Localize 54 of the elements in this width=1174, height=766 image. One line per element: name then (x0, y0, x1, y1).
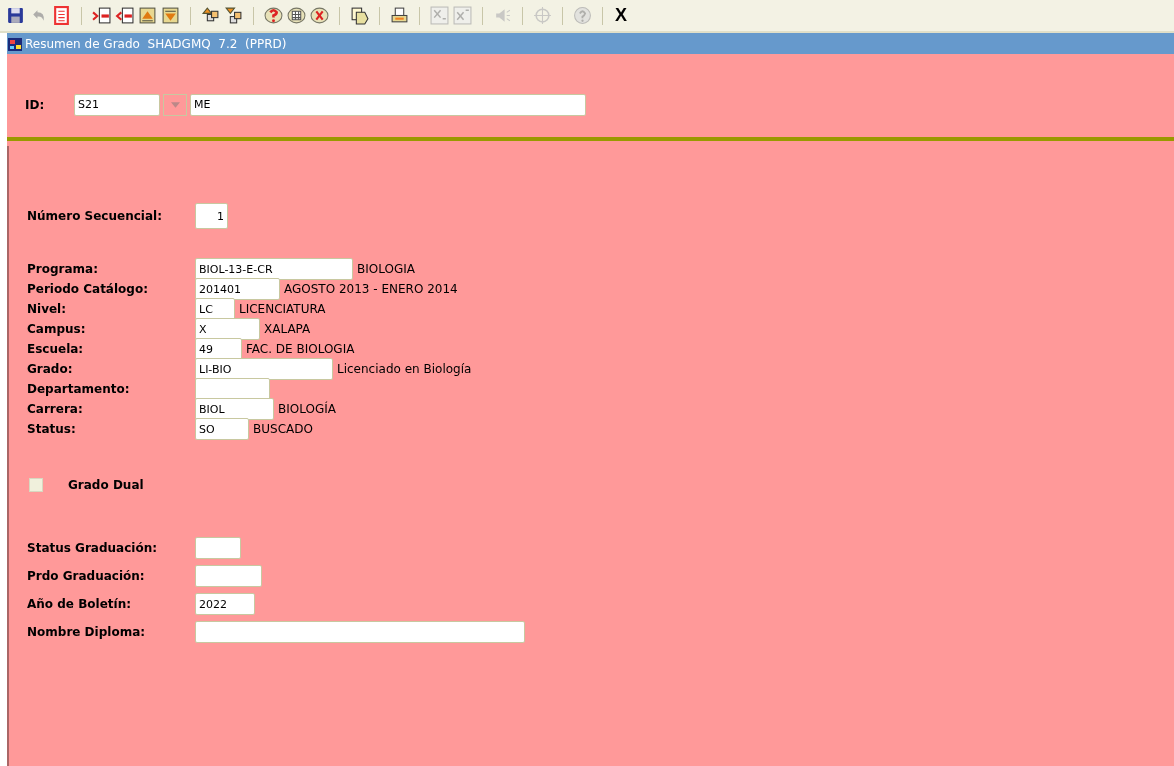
arrow-into-document-icon[interactable] (92, 6, 111, 25)
close-button[interactable]: X (615, 5, 627, 26)
text-field[interactable] (195, 621, 525, 643)
text-field[interactable]: X (195, 318, 260, 340)
sequence-field[interactable]: 1 (195, 203, 228, 229)
checkbox[interactable] (29, 478, 43, 492)
field-label: Status Graduación: (27, 541, 158, 555)
checkbox-label: Grado Dual (68, 478, 144, 492)
arrow-out-document-icon[interactable] (115, 6, 134, 25)
database-question-icon[interactable] (264, 6, 283, 25)
text-field[interactable]: 201401 (195, 278, 280, 300)
field-label: Nivel: (27, 302, 68, 316)
printer-icon[interactable] (390, 6, 409, 25)
field-label: Departamento: (27, 382, 131, 396)
text-field[interactable]: BIOL-13-E-CR (195, 258, 353, 280)
field-label: Año de Boletín: (27, 597, 132, 611)
form-icon (7, 35, 23, 52)
window-title: Resumen de Grado SHADGMQ 7.2 (PPRD) (25, 36, 287, 51)
field-label: Carrera: (27, 402, 84, 416)
field-description: XALAPA (264, 322, 311, 336)
field-label: Número Secuencial: (27, 209, 163, 223)
field-label: Prdo Graduación: (27, 569, 146, 583)
text-field[interactable] (195, 537, 241, 559)
text-field[interactable]: LI-BIO (195, 358, 333, 380)
id-field[interactable]: S21 (74, 93, 160, 116)
field-description: AGOSTO 2013 - ENERO 2014 (284, 282, 458, 296)
field-description: BIOLOGÍA (278, 402, 336, 416)
text-field[interactable]: 2022 (195, 593, 255, 615)
stacked-squares-icon[interactable] (224, 6, 243, 25)
field-label: Grado: (27, 362, 74, 376)
text-field[interactable]: BIOL (195, 398, 274, 420)
document-icon[interactable] (52, 6, 71, 25)
field-description: BUSCADO (253, 422, 313, 436)
text-field[interactable]: SO (195, 418, 249, 440)
field-label: ID: (25, 97, 46, 112)
text-field[interactable] (195, 565, 262, 587)
name-field[interactable]: ME (190, 93, 586, 116)
field-label: Status: (27, 422, 77, 436)
field-label: Campus: (27, 322, 87, 336)
text-field[interactable]: LC (195, 298, 235, 320)
field-description: FAC. DE BIOLOGIA (246, 342, 355, 356)
field-description: BIOLOGIA (357, 262, 415, 276)
text-field[interactable]: 49 (195, 338, 242, 360)
field-label: Escuela: (27, 342, 85, 356)
field-description: Licenciado en Biología (337, 362, 472, 376)
field-label: Periodo Catálogo: (27, 282, 149, 296)
text-field[interactable] (195, 378, 270, 400)
caret-icon (170, 101, 180, 108)
field-label: Nombre Diploma: (27, 625, 147, 639)
database-cross-icon[interactable] (310, 6, 329, 25)
field-label: Programa: (27, 262, 99, 276)
database-icon[interactable] (287, 6, 306, 25)
field-description: LICENCIATURA (239, 302, 326, 316)
copy-documents-icon[interactable] (350, 6, 369, 25)
